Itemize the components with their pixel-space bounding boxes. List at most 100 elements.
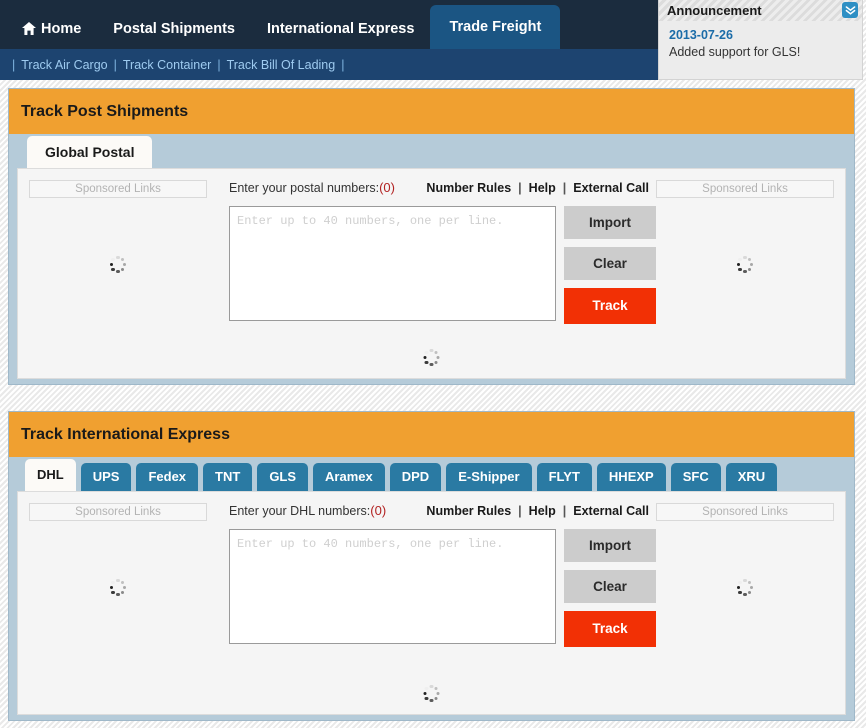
panel-express-header: Track International Express <box>9 412 854 457</box>
postal-numbers-input[interactable] <box>229 206 556 321</box>
nav-item-international-express-label: International Express <box>266 21 415 37</box>
tab-global-postal[interactable]: Global Postal <box>27 136 153 168</box>
sponsored-right-postal-spinner <box>656 256 834 273</box>
panel-postal-title: Track Post Shipments <box>21 102 189 120</box>
nav-item-trade-freight[interactable]: Trade Freight <box>430 5 561 49</box>
panel-postal-tabrow: Global Postal <box>9 134 854 168</box>
tab-sfc-label: SFC <box>682 469 709 484</box>
express-numbers-count: (0) <box>370 503 387 518</box>
express-form-links: Number Rules | Help | External Call <box>419 504 656 518</box>
tab-dpd-label: DPD <box>401 469 430 484</box>
tab-dpd[interactable]: DPD <box>389 463 442 491</box>
express-clear-button[interactable]: Clear <box>564 570 656 603</box>
panel-track-international-express: Track International Express DHL UPS Fede… <box>8 411 855 721</box>
postal-import-button[interactable]: Import <box>564 206 656 239</box>
tab-aramex-label: Aramex <box>325 469 373 484</box>
express-form-label-row: Enter your DHL numbers: (0) Number Rules… <box>229 503 656 523</box>
tab-xru[interactable]: XRU <box>725 463 778 491</box>
tab-fedex-label: Fedex <box>148 469 187 484</box>
sponsored-left-express-spinner <box>29 579 207 596</box>
postal-link-help[interactable]: Help <box>522 181 563 195</box>
sponsored-links-left-express: Sponsored Links <box>29 503 207 596</box>
sponsored-links-right-express: Sponsored Links <box>656 503 834 596</box>
sponsored-left-postal-spinner <box>29 256 207 273</box>
tab-sfc[interactable]: SFC <box>670 463 721 491</box>
tab-fedex[interactable]: Fedex <box>136 463 199 491</box>
tab-dhl-label: DHL <box>37 467 64 482</box>
express-numbers-input[interactable] <box>229 529 556 644</box>
announcement-date: 2013-07-26 <box>669 28 733 42</box>
sponsored-links-left-express-label: Sponsored Links <box>29 503 207 521</box>
subnav-separator-2: | <box>217 57 221 72</box>
nav-item-home[interactable]: Home <box>6 10 97 49</box>
postal-link-external-call[interactable]: External Call <box>566 181 656 195</box>
express-link-external-call[interactable]: External Call <box>566 504 656 518</box>
tab-gls-label: GLS <box>269 469 297 484</box>
postal-form-input-row: Import Clear Track <box>229 206 656 324</box>
postal-content-spinner <box>423 349 440 366</box>
announcement-body: 2013-07-26 Added support for GLS! <box>659 21 862 59</box>
loading-spinner-icon <box>423 685 440 702</box>
loading-spinner-icon <box>423 349 440 366</box>
postal-link-number-rules[interactable]: Number Rules <box>419 181 518 195</box>
postal-track-button[interactable]: Track <box>564 288 656 324</box>
tab-tnt[interactable]: TNT <box>203 463 253 491</box>
tab-e-shipper-label: E-Shipper <box>458 469 520 484</box>
sponsored-links-right-express-label: Sponsored Links <box>656 503 834 521</box>
express-form-input-row: Import Clear Track <box>229 529 656 647</box>
express-form-buttons: Import Clear Track <box>564 529 656 647</box>
subnav-separator-0: | <box>12 57 16 72</box>
express-content-spinner <box>423 685 440 702</box>
postal-clear-button[interactable]: Clear <box>564 247 656 280</box>
panel-express-tabrow: DHL UPS Fedex TNT GLS Aramex DPD E-Shipp… <box>9 457 854 491</box>
announcement-header: Announcement <box>659 0 862 21</box>
express-track-button[interactable]: Track <box>564 611 656 647</box>
tab-gls[interactable]: GLS <box>257 463 309 491</box>
postal-form-buttons: Import Clear Track <box>564 206 656 324</box>
loading-spinner-icon <box>736 579 754 596</box>
express-tracking-form: Enter your DHL numbers: (0) Number Rules… <box>229 503 656 647</box>
postal-form-links: Number Rules | Help | External Call <box>419 181 656 195</box>
postal-numbers-count: (0) <box>379 180 395 195</box>
postal-numbers-label: Enter your postal numbers: <box>229 181 380 195</box>
postal-tracking-form: Enter your postal numbers: (0) Number Ru… <box>229 180 656 324</box>
loading-spinner-icon <box>109 256 127 273</box>
tab-ups[interactable]: UPS <box>80 463 132 491</box>
subnav-link-track-container[interactable]: Track Container <box>123 58 211 72</box>
home-icon <box>22 22 36 35</box>
chevron-double-down-icon[interactable] <box>842 2 858 18</box>
sponsored-links-left-postal-label: Sponsored Links <box>29 180 207 198</box>
announcement-title: Announcement <box>667 3 762 18</box>
tab-hhexp[interactable]: HHEXP <box>596 463 666 491</box>
tab-xru-label: XRU <box>737 469 766 484</box>
panel-postal-header: Track Post Shipments <box>9 89 854 134</box>
subnav-link-track-air-cargo[interactable]: Track Air Cargo <box>21 58 107 72</box>
tab-ups-label: UPS <box>92 469 120 484</box>
announcement-text: Added support for GLS! <box>669 45 801 59</box>
sponsored-links-right-postal: Sponsored Links <box>656 180 834 273</box>
tab-dhl[interactable]: DHL <box>25 459 76 491</box>
subnav-separator-3: | <box>341 57 345 72</box>
express-link-help[interactable]: Help <box>522 504 563 518</box>
tab-tnt-label: TNT <box>215 469 241 484</box>
nav-item-postal-shipments-label: Postal Shipments <box>113 21 235 37</box>
express-numbers-label: Enter your DHL numbers: <box>229 504 371 518</box>
sponsored-right-express-spinner <box>656 579 834 596</box>
panel-express-content: Sponsored Links Sponsored Links Enter yo… <box>17 491 846 715</box>
panel-express-title: Track International Express <box>21 425 230 443</box>
tab-flyt-label: FLYT <box>548 469 580 484</box>
express-link-number-rules[interactable]: Number Rules <box>419 504 518 518</box>
loading-spinner-icon <box>109 579 127 596</box>
tab-aramex[interactable]: Aramex <box>313 463 385 491</box>
tab-flyt[interactable]: FLYT <box>536 463 592 491</box>
nav-item-postal-shipments[interactable]: Postal Shipments <box>97 10 251 49</box>
express-import-button[interactable]: Import <box>564 529 656 562</box>
panel-track-post-shipments: Track Post Shipments Global Postal Spons… <box>8 88 855 385</box>
nav-item-international-express[interactable]: International Express <box>251 10 430 49</box>
postal-form-label-row: Enter your postal numbers: (0) Number Ru… <box>229 180 656 200</box>
nav-item-trade-freight-label: Trade Freight <box>449 19 542 35</box>
tab-hhexp-label: HHEXP <box>608 469 654 484</box>
tab-e-shipper[interactable]: E-Shipper <box>446 463 532 491</box>
announcement-panel: Announcement 2013-07-26 Added support fo… <box>658 0 863 80</box>
subnav-link-track-bill-of-lading[interactable]: Track Bill Of Lading <box>227 58 336 72</box>
